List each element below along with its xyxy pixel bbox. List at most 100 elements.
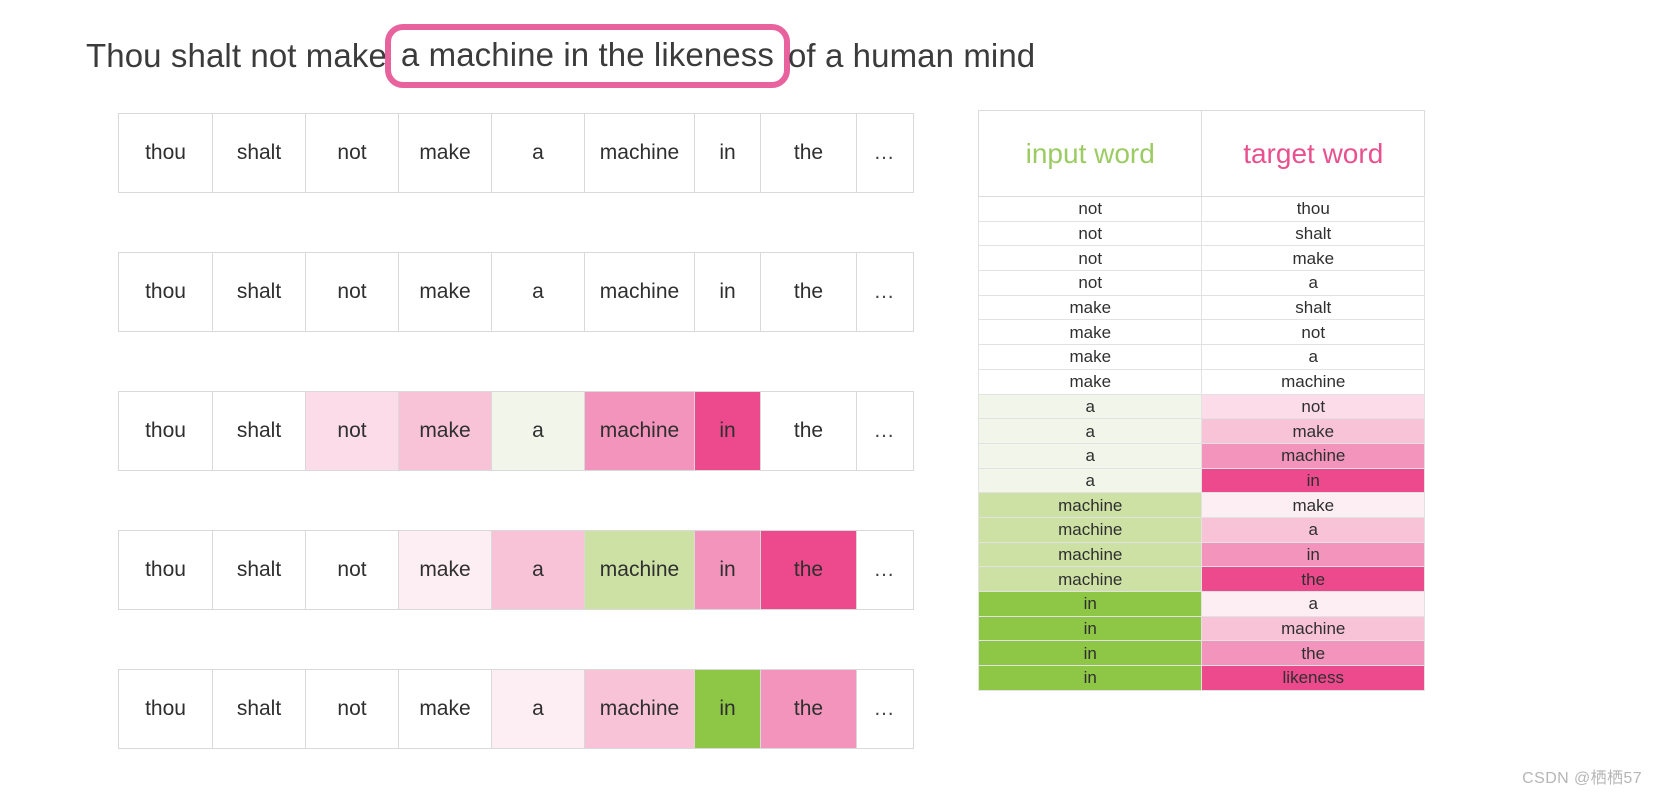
word-cell-machine: machine: [585, 670, 695, 748]
table-row: in likeness: [977, 665, 1425, 691]
word-cell-in: in: [695, 392, 761, 470]
cell-input-word: a: [977, 393, 1203, 420]
word-cell-thou: thou: [119, 531, 213, 609]
word-label: not: [337, 141, 367, 164]
word-cell-in: in: [695, 114, 761, 192]
word-label: a: [532, 558, 544, 581]
sentence-row: thou shalt not make a machine in the…: [118, 113, 914, 193]
word-label: not: [337, 419, 367, 442]
table-row: a in: [977, 467, 1425, 494]
word-label: shalt: [236, 697, 282, 720]
column-header-input-word: input word: [977, 110, 1203, 197]
cell-target-word: machine: [1201, 368, 1425, 395]
word-cell-shalt: shalt: [213, 114, 306, 192]
word-label: machine: [599, 558, 680, 581]
table-row: make not: [977, 319, 1425, 346]
cell-input-word: in: [977, 640, 1203, 667]
table-row: not thou: [977, 196, 1425, 222]
cell-target-word: make: [1201, 492, 1425, 518]
word-cell-thou: thou: [119, 392, 213, 470]
word-cell-a: a: [492, 253, 585, 331]
ellipsis-cell: …: [857, 253, 913, 331]
cell-input-word: machine: [977, 516, 1203, 543]
cell-target-word: make: [1201, 245, 1425, 272]
word-label: shalt: [236, 558, 282, 581]
cell-input-word: a: [977, 442, 1203, 469]
word-cell-thou: thou: [119, 253, 213, 331]
word-cell-in: in: [695, 253, 761, 331]
word-label: in: [719, 558, 736, 581]
cell-target-word: in: [1201, 467, 1425, 494]
word-label: make: [419, 141, 471, 164]
word-cell-a: a: [492, 114, 585, 192]
word-cell-machine: machine: [585, 392, 695, 470]
cell-target-word: a: [1201, 270, 1425, 296]
word-label: make: [419, 419, 471, 442]
table-row: make shalt: [977, 294, 1425, 321]
word-cell-machine: machine: [585, 114, 695, 192]
cell-target-word: a: [1201, 344, 1425, 370]
word-cell-machine: machine: [585, 253, 695, 331]
word-label: the: [793, 280, 824, 303]
title-highlighted-phrase: a machine in the likeness: [400, 36, 774, 73]
slide-canvas: Thou shalt not make a machine in the lik…: [0, 0, 1660, 800]
word-cell-the: the: [761, 670, 857, 748]
word-label: a: [532, 419, 544, 442]
title-suffix: of a human mind: [787, 37, 1036, 74]
word-label: not: [337, 280, 367, 303]
cell-target-word: a: [1201, 591, 1425, 617]
cell-input-word: machine: [977, 492, 1203, 518]
table-row: not make: [977, 245, 1425, 272]
table-body: not thou not shalt not make not a make shalt make n…: [977, 196, 1425, 691]
word-label: a: [532, 280, 544, 303]
cell-input-word: a: [977, 467, 1203, 494]
cell-target-word: a: [1201, 516, 1425, 543]
table-row: a not: [977, 393, 1425, 420]
word-label: the: [793, 419, 824, 442]
word-cell-the: the: [761, 531, 857, 609]
sentence-row: thou shalt not make a machine in the…: [118, 391, 914, 471]
cell-input-word: make: [977, 319, 1203, 346]
cell-input-word: make: [977, 344, 1203, 370]
word-cell-make: make: [399, 253, 492, 331]
word-cell-make: make: [399, 531, 492, 609]
table-head: input word target word: [977, 110, 1425, 197]
word-label: machine: [599, 141, 680, 164]
word-cell-shalt: shalt: [213, 392, 306, 470]
cell-target-word: not: [1201, 393, 1425, 420]
word-label: shalt: [236, 419, 282, 442]
word-label: the: [793, 141, 824, 164]
column-header-target-word: target word: [1201, 110, 1425, 197]
title-prefix: Thou shalt not make: [86, 37, 387, 74]
cell-target-word: the: [1201, 566, 1425, 592]
title-highlight-box: a machine in the likeness: [384, 24, 790, 88]
word-cell-the: the: [761, 253, 857, 331]
cell-target-word: machine: [1201, 615, 1425, 642]
word-label: thou: [145, 280, 186, 303]
word-label: thou: [145, 697, 186, 720]
word-label: shalt: [236, 280, 282, 303]
table-row: make a: [977, 344, 1425, 370]
table-row: machine the: [977, 566, 1425, 592]
ellipsis-glyph: …: [873, 558, 897, 581]
sentence-row: thou shalt not make a machine in the …: [118, 252, 914, 332]
word-cell-the: the: [761, 114, 857, 192]
table-row: in machine: [977, 615, 1425, 642]
word-label: in: [719, 419, 736, 442]
table-row: make machine: [977, 368, 1425, 395]
ellipsis-glyph: …: [873, 280, 897, 303]
word-label: the: [793, 697, 824, 720]
sentence-window-grid: thou shalt not make a machine in the … thou shalt n…: [118, 113, 914, 749]
word-cell-make: make: [399, 114, 492, 192]
word-label: a: [532, 141, 544, 164]
word-cell-shalt: shalt: [213, 670, 306, 748]
word-cell-in: in: [695, 531, 761, 609]
word-cell-not: not: [306, 114, 399, 192]
word-cell-thou: thou: [119, 114, 213, 192]
table-row: machine a: [977, 516, 1425, 543]
cell-input-word: not: [977, 245, 1203, 272]
cell-target-word: make: [1201, 418, 1425, 444]
word-cell-machine: machine: [585, 531, 695, 609]
word-cell-not: not: [306, 392, 399, 470]
cell-input-word: not: [977, 196, 1203, 222]
